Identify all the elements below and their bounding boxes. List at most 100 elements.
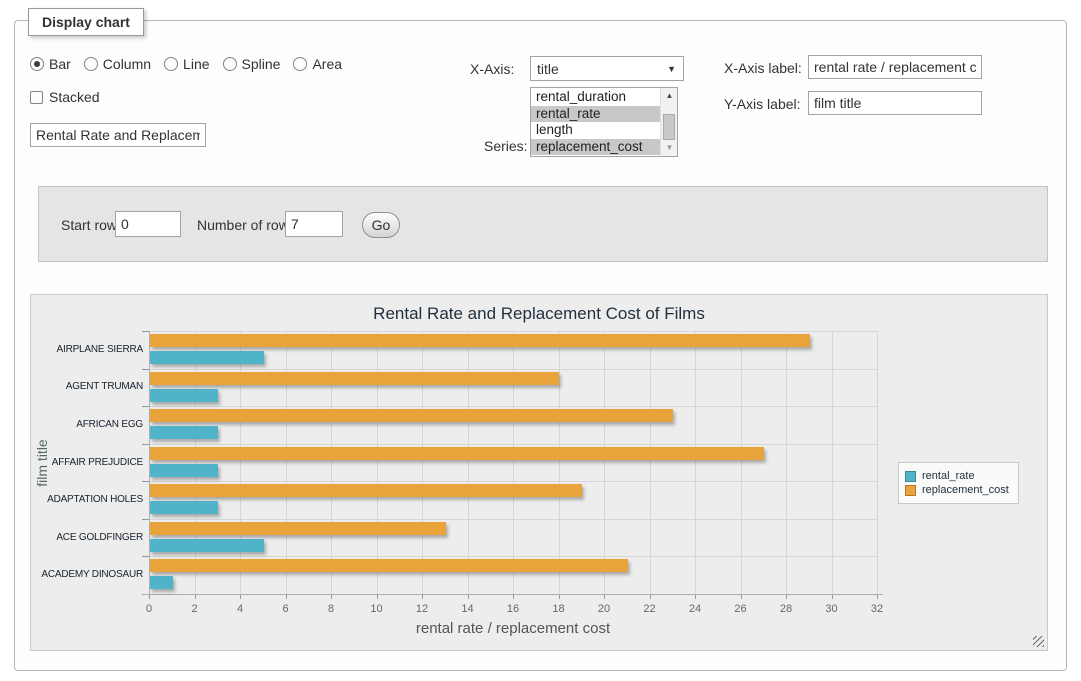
gridline-vertical [559, 331, 560, 594]
series-option-rental-rate[interactable]: rental_rate [531, 106, 660, 123]
xaxis-label-input[interactable] [808, 55, 982, 79]
radio-column[interactable]: Column [84, 56, 151, 72]
gridline-vertical [832, 331, 833, 594]
start-row-input[interactable] [115, 211, 181, 237]
category-label: ACE GOLDFINGER [31, 532, 143, 543]
bar-replacement-cost [150, 334, 810, 347]
gridline-vertical [468, 331, 469, 594]
legend-item-replacement-cost[interactable]: replacement_cost [905, 484, 1009, 496]
xaxis-tick [695, 595, 696, 599]
gridline-vertical [240, 331, 241, 594]
radio-label: Bar [49, 56, 71, 72]
xaxis-tick-label: 14 [453, 603, 483, 615]
yaxis-tick [142, 481, 149, 482]
legend-item-rental-rate[interactable]: rental_rate [905, 470, 1009, 482]
scrollbar-thumb[interactable] [663, 114, 675, 140]
xaxis-tick-label: 0 [134, 603, 164, 615]
xaxis-tick [604, 595, 605, 599]
gridline-vertical [786, 331, 787, 594]
xaxis-tick [195, 595, 196, 599]
gridline-horizontal [149, 369, 877, 370]
radio-circle-icon[interactable] [223, 57, 237, 71]
series-option-rental-duration[interactable]: rental_duration [531, 89, 660, 106]
xaxis-tick [741, 595, 742, 599]
gridline-vertical [877, 331, 878, 594]
go-button[interactable]: Go [362, 212, 400, 238]
xaxis-tick-label: 26 [726, 603, 756, 615]
xaxis-select[interactable]: title ▼ [530, 56, 684, 81]
gridline-vertical [422, 331, 423, 594]
xaxis-select-value: title [531, 61, 667, 77]
scroll-up-icon[interactable]: ▲ [661, 88, 678, 104]
radio-circle-icon[interactable] [30, 57, 44, 71]
xaxis-tick-label: 32 [862, 603, 892, 615]
rows-form: Start row: Number of rows: Go [38, 186, 1048, 262]
xaxis-tick-label: 16 [498, 603, 528, 615]
category-label: ADAPTATION HOLES [31, 494, 143, 505]
xaxis-select-label: X-Axis: [470, 61, 514, 77]
num-rows-input[interactable] [285, 211, 343, 237]
bar-replacement-cost [150, 409, 673, 422]
gridline-horizontal [149, 556, 877, 557]
xaxis-tick [786, 595, 787, 599]
resize-grip-icon[interactable] [1033, 636, 1044, 647]
xaxis-label-label: X-Axis label: [724, 60, 802, 76]
series-option-length[interactable]: length [531, 122, 660, 139]
xaxis-tick [877, 595, 878, 599]
bar-rental-rate [150, 539, 264, 552]
series-scrollbar[interactable]: ▲ ▼ [660, 88, 677, 156]
xaxis-tick-label: 10 [362, 603, 392, 615]
xaxis-tick [240, 595, 241, 599]
series-multiselect[interactable]: rental_durationrental_ratelengthreplacem… [530, 87, 678, 157]
gridline-vertical [331, 331, 332, 594]
radio-label: Column [103, 56, 151, 72]
gridline-vertical [604, 331, 605, 594]
bar-rental-rate [150, 501, 218, 514]
xaxis-tick-label: 8 [316, 603, 346, 615]
chart-container: Rental Rate and Replacement Cost of Film… [30, 294, 1048, 651]
xaxis-title: rental rate / replacement cost [149, 620, 877, 637]
radio-label: Line [183, 56, 209, 72]
category-label: AFFAIR PREJUDICE [31, 457, 143, 468]
radio-circle-icon[interactable] [84, 57, 98, 71]
bar-replacement-cost [150, 522, 446, 535]
yaxis-tick [142, 369, 149, 370]
radio-circle-icon[interactable] [293, 57, 307, 71]
yaxis-tick [142, 331, 149, 332]
scroll-down-icon[interactable]: ▼ [661, 140, 678, 156]
bar-rental-rate [150, 426, 218, 439]
chart-title: Rental Rate and Replacement Cost of Film… [31, 304, 1047, 324]
xaxis-tick-label: 6 [271, 603, 301, 615]
gridline-vertical [377, 331, 378, 594]
yaxis-label-input[interactable] [808, 91, 982, 115]
series-select-label: Series: [484, 138, 528, 154]
plot-area: 02468101214161820222426283032AIRPLANE SI… [149, 331, 877, 594]
chart-title-input[interactable] [30, 123, 206, 147]
radio-line[interactable]: Line [164, 56, 209, 72]
category-label: AGENT TRUMAN [31, 381, 143, 392]
xaxis-tick [650, 595, 651, 599]
bar-rental-rate [150, 389, 218, 402]
legend-label: replacement_cost [922, 484, 1009, 496]
xaxis-tick [559, 595, 560, 599]
gridline-vertical [650, 331, 651, 594]
bar-replacement-cost [150, 447, 764, 460]
radio-bar[interactable]: Bar [30, 56, 71, 72]
series-option-replacement-cost[interactable]: replacement_cost [531, 139, 660, 156]
radio-spline[interactable]: Spline [223, 56, 281, 72]
bar-rental-rate [150, 576, 173, 589]
legend-swatch-icon [905, 471, 916, 482]
gridline-horizontal [149, 406, 877, 407]
radio-circle-icon[interactable] [164, 57, 178, 71]
gridline-vertical [695, 331, 696, 594]
xaxis-tick [513, 595, 514, 599]
stacked-checkbox[interactable] [30, 91, 43, 104]
yaxis-tick [142, 406, 149, 407]
stacked-label: Stacked [49, 89, 100, 105]
xaxis-tick-label: 30 [817, 603, 847, 615]
radio-area[interactable]: Area [293, 56, 342, 72]
xaxis-tick-label: 24 [680, 603, 710, 615]
chevron-down-icon: ▼ [667, 64, 683, 74]
radio-label: Area [312, 56, 342, 72]
page: Display chart BarColumnLineSplineArea St… [0, 0, 1081, 681]
